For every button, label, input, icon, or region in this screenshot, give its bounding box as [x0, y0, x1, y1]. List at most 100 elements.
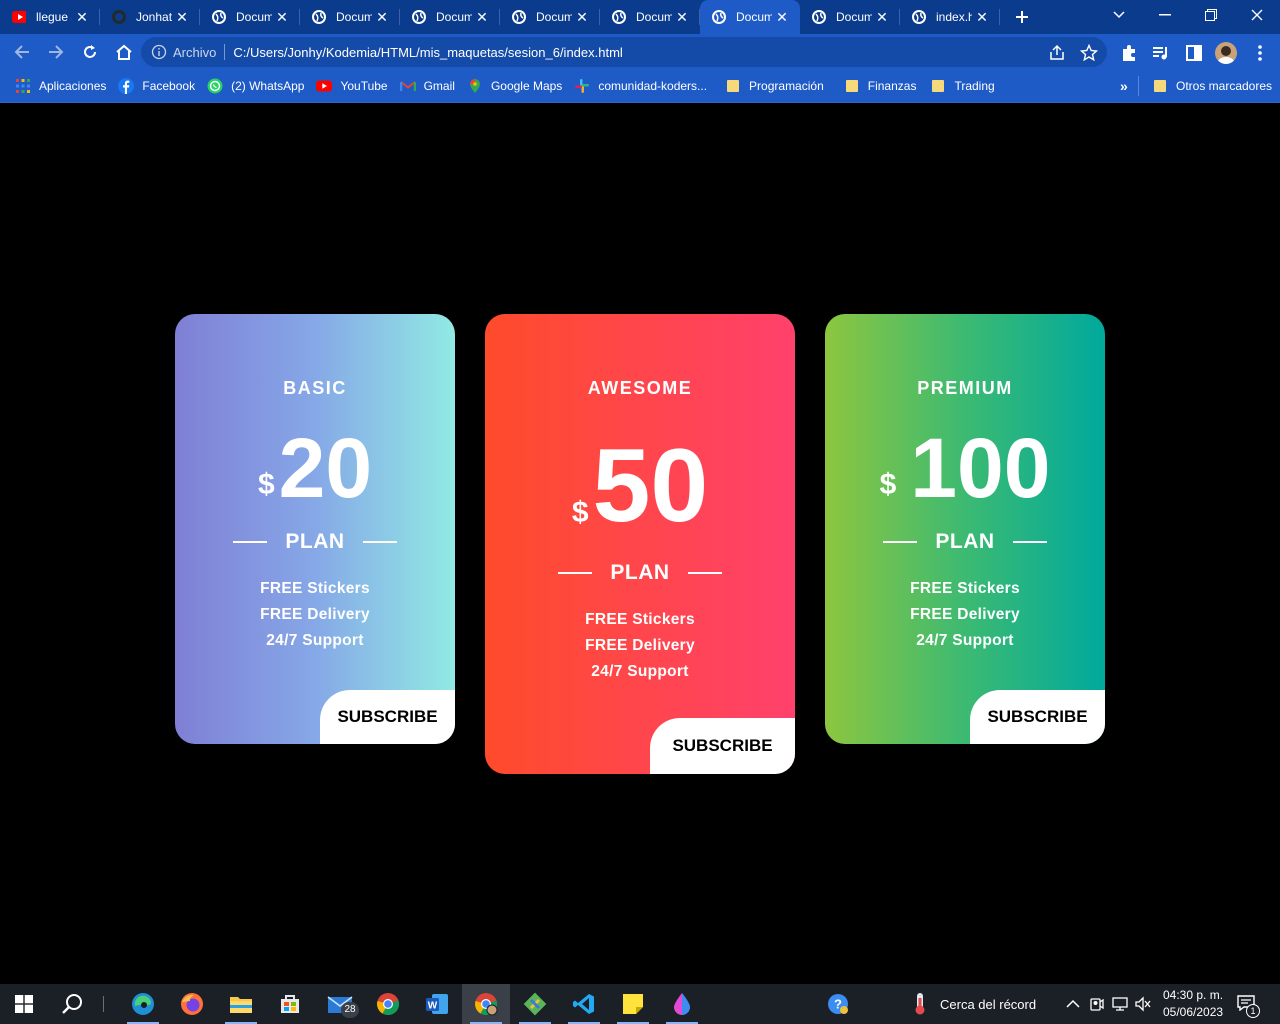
bookmark-label: Otros marcadores	[1176, 79, 1273, 93]
tab-search-button[interactable]	[1096, 0, 1142, 30]
browser-tab-active[interactable]: Docum ✕	[700, 0, 800, 34]
plan-name: PREMIUM	[917, 378, 1013, 398]
chrome-icon	[377, 993, 400, 1016]
plus-icon	[1016, 11, 1028, 23]
taskbar-edge[interactable]	[119, 984, 167, 1024]
bookmark-label: Aplicaciones	[39, 79, 107, 93]
close-tab-icon[interactable]: ✕	[174, 9, 190, 25]
taskbar-gitkraken[interactable]	[511, 984, 559, 1024]
taskbar-mail[interactable]: 28	[316, 984, 364, 1024]
bookmark-label: Google Maps	[490, 79, 563, 93]
close-tab-icon[interactable]: ✕	[74, 9, 90, 25]
network-icon[interactable]	[1112, 996, 1128, 1012]
subscribe-button[interactable]: SUBSCRIBE	[320, 690, 455, 744]
price: $ 20	[175, 426, 455, 510]
chevron-up-icon[interactable]	[1066, 997, 1080, 1011]
reload-button[interactable]	[74, 36, 106, 68]
feature-item: 24/7 Support	[266, 632, 364, 649]
close-tab-icon[interactable]: ✕	[574, 9, 590, 25]
bookmark-apps[interactable]: Aplicaciones	[9, 74, 112, 98]
clock-date[interactable]: 05/06/2023	[1163, 1005, 1223, 1019]
address-bar[interactable]: Archivo C:/Users/Jonhy/Kodemia/HTML/mis_…	[141, 37, 1107, 67]
close-tab-icon[interactable]: ✕	[474, 9, 490, 25]
browser-tab[interactable]: index.h ✕	[900, 0, 1000, 34]
browser-tab[interactable]: Docum ✕	[300, 0, 400, 34]
home-button[interactable]	[108, 36, 140, 68]
browser-tab[interactable]: Docum ✕	[600, 0, 700, 34]
notifications-button[interactable]: 1	[1237, 995, 1260, 1018]
more-vert-icon[interactable]	[1250, 43, 1270, 63]
weather-widget[interactable]	[896, 984, 944, 1024]
new-tab-button[interactable]	[1000, 0, 1044, 34]
close-tab-icon[interactable]: ✕	[374, 9, 390, 25]
close-window-button[interactable]	[1234, 0, 1280, 30]
help-icon: ?	[828, 994, 848, 1014]
subscribe-button[interactable]: SUBSCRIBE	[970, 690, 1105, 744]
close-tab-icon[interactable]: ✕	[274, 9, 290, 25]
side-panel-icon[interactable]	[1184, 43, 1204, 63]
browser-tab[interactable]: Docum ✕	[800, 0, 900, 34]
search-button[interactable]	[48, 984, 96, 1024]
taskbar-store[interactable]	[266, 984, 314, 1024]
avatar[interactable]	[1215, 42, 1237, 64]
minimize-button[interactable]	[1142, 0, 1188, 30]
close-tab-icon[interactable]: ✕	[874, 9, 890, 25]
browser-tab[interactable]: Docum ✕	[200, 0, 300, 34]
bookmark-comunidad-koders[interactable]: comunidad-koders...	[568, 74, 713, 98]
git-icon	[523, 992, 547, 1016]
taskbar-chrome-profile[interactable]	[462, 984, 510, 1024]
reload-icon	[84, 45, 96, 58]
close-tab-icon[interactable]: ✕	[974, 9, 990, 25]
bookmark-whatsapp[interactable]: (2) WhatsApp	[201, 74, 310, 98]
arrow-right-icon	[49, 45, 64, 59]
bookmark-gmail[interactable]: Gmail	[394, 74, 461, 98]
address-url[interactable]: C:/Users/Jonhy/Kodemia/HTML/mis_maquetas…	[233, 45, 622, 60]
bookmarks-bar: Aplicaciones Facebook (2) WhatsApp YouTu…	[0, 70, 1280, 103]
meet-icon[interactable]	[1090, 996, 1104, 1012]
bookmark-folder-trading[interactable]: Trading	[926, 74, 1000, 98]
weather-text[interactable]: Cerca del récord	[940, 997, 1036, 1012]
bookmark-google-maps[interactable]: Google Maps	[461, 74, 568, 98]
currency-symbol: $	[257, 468, 275, 501]
globe-icon	[212, 10, 226, 24]
arrow-left-icon	[14, 45, 29, 59]
taskbar-word[interactable]: W	[413, 984, 461, 1024]
close-tab-icon[interactable]: ✕	[674, 9, 690, 25]
plan-label-row: PLAN	[825, 530, 1105, 554]
media-control-icon[interactable]	[1151, 43, 1171, 63]
feature-item: FREE Delivery	[910, 606, 1020, 623]
share-icon[interactable]	[1048, 44, 1066, 62]
clock-time[interactable]: 04:30 p. m.	[1163, 988, 1223, 1002]
more-bookmarks-button[interactable]: »	[1114, 74, 1134, 98]
close-tab-icon[interactable]: ✕	[774, 9, 790, 25]
taskbar-app-drop[interactable]	[658, 984, 706, 1024]
browser-tab[interactable]: llegue a ✕	[0, 0, 100, 34]
folder-icon	[932, 80, 945, 92]
subscribe-button[interactable]: SUBSCRIBE	[650, 718, 795, 774]
start-button[interactable]	[0, 984, 48, 1024]
other-bookmarks-folder[interactable]: Otros marcadores	[1148, 74, 1278, 98]
bookmark-youtube[interactable]: YouTube	[310, 74, 393, 98]
browser-tab[interactable]: Docum ✕	[400, 0, 500, 34]
browser-tab[interactable]: Jonhat ✕	[100, 0, 200, 34]
bookmark-folder-programacion[interactable]: Programación	[721, 74, 830, 98]
help-button[interactable]: ?	[814, 984, 862, 1024]
forward-button[interactable]	[40, 36, 72, 68]
browser-tab[interactable]: Docum ✕	[500, 0, 600, 34]
divider	[883, 541, 918, 543]
restore-button[interactable]	[1188, 0, 1234, 30]
pricing-card-awesome: AWESOME $ 50 PLAN FREE Stickers FREE Del…	[485, 314, 795, 774]
taskbar-file-explorer[interactable]	[217, 984, 265, 1024]
bookmark-folder-finanzas[interactable]: Finanzas	[840, 74, 923, 98]
star-icon[interactable]	[1080, 44, 1098, 62]
taskbar-vscode[interactable]	[560, 984, 608, 1024]
taskbar-chrome[interactable]	[364, 984, 412, 1024]
back-button[interactable]	[6, 36, 38, 68]
volume-muted-icon[interactable]	[1135, 996, 1151, 1012]
extensions-icon[interactable]	[1120, 43, 1140, 63]
folder-icon	[230, 997, 252, 1013]
taskbar-firefox[interactable]	[168, 984, 216, 1024]
taskbar-sticky-notes[interactable]	[609, 984, 657, 1024]
search-icon	[62, 994, 82, 1014]
bookmark-facebook[interactable]: Facebook	[112, 74, 201, 98]
